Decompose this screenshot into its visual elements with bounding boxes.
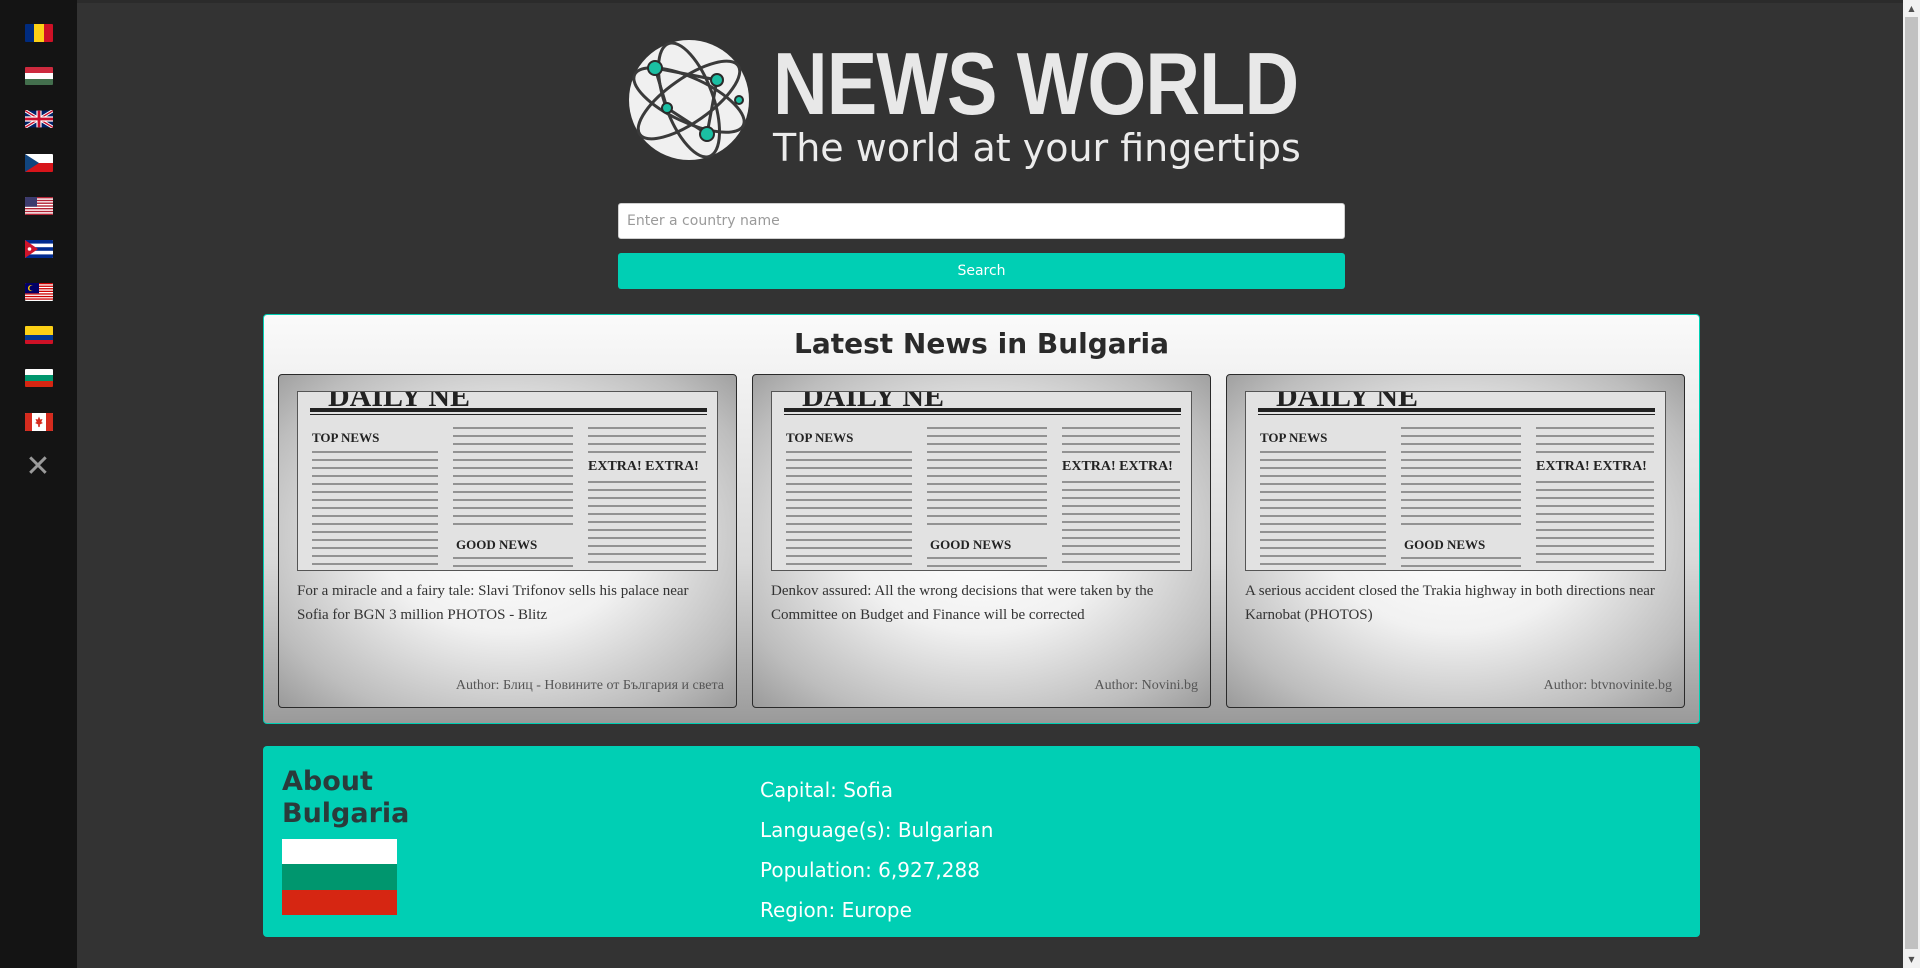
- news-panel: Latest News in Bulgaria DAILY NE TOP NEW…: [263, 314, 1700, 724]
- img-extra: EXTRA! EXTRA!: [1062, 459, 1173, 474]
- img-top-news: TOP NEWS: [786, 430, 853, 445]
- czech-flag-icon[interactable]: [25, 154, 53, 172]
- img-good-news: GOOD NEWS: [1404, 537, 1485, 552]
- top-border: [0, 0, 1903, 3]
- img-top-news: TOP NEWS: [1260, 430, 1327, 445]
- newspaper-image: DAILY NE TOP NEWS EXTRA! EXTRA! GOOD NEW…: [771, 391, 1192, 571]
- bulgaria-flag-image: [282, 839, 397, 915]
- search-button[interactable]: Search: [618, 253, 1345, 289]
- country-sidebar: ✕: [0, 0, 77, 968]
- bulgaria-flag-icon[interactable]: [25, 369, 53, 387]
- cuba-flag-icon[interactable]: [25, 240, 53, 258]
- newspaper-image: DAILY NE TOP NEWS EXTRA! EXTRA! GOOD NEW…: [1245, 391, 1666, 571]
- scrollbar-thumb[interactable]: [1905, 17, 1918, 949]
- news-author: Author: Novini.bg: [1094, 678, 1198, 693]
- img-good-news: GOOD NEWS: [456, 537, 537, 552]
- languages-fact: Language(s): Bulgarian: [760, 818, 994, 842]
- newspaper-image: DAILY NE TOP NEWS EXTRA! EXTRA! GOOD NEW…: [297, 391, 718, 571]
- news-headline[interactable]: A serious accident closed the Trakia hig…: [1245, 579, 1666, 627]
- close-sidebar-icon[interactable]: ✕: [24, 452, 52, 482]
- country-facts: Capital: Sofia Language(s): Bulgarian Po…: [760, 770, 993, 930]
- malaysia-flag-icon[interactable]: [25, 283, 53, 301]
- romania-flag-icon[interactable]: [25, 24, 53, 42]
- brand-tagline: The world at your fingertips: [773, 126, 1301, 170]
- scroll-down-icon[interactable]: ▼: [1903, 951, 1920, 968]
- scroll-up-icon[interactable]: ▲: [1903, 0, 1920, 17]
- img-extra: EXTRA! EXTRA!: [588, 459, 699, 474]
- news-card[interactable]: DAILY NE TOP NEWS EXTRA! EXTRA! GOOD NEW…: [752, 374, 1211, 708]
- news-headline[interactable]: Denkov assured: All the wrong decisions …: [771, 579, 1192, 627]
- img-extra: EXTRA! EXTRA!: [1536, 459, 1647, 474]
- population-fact: Population: 6,927,288: [760, 858, 980, 882]
- img-good-news: GOOD NEWS: [930, 537, 1011, 552]
- page-scrollbar[interactable]: ▲ ▼: [1903, 0, 1920, 968]
- about-heading: About Bulgaria: [282, 766, 410, 829]
- news-card[interactable]: DAILY NE TOP NEWS EXTRA! EXTRA! GOOD NEW…: [1226, 374, 1685, 708]
- brand-title: NEWS WORLD: [773, 34, 1299, 133]
- news-heading: Latest News in Bulgaria: [793, 327, 1169, 360]
- about-country-panel: About Bulgaria Capital: Sofia Language(s…: [263, 746, 1700, 937]
- country-search-input[interactable]: [618, 203, 1345, 239]
- news-author: Author: btvnovinite.bg: [1543, 678, 1672, 693]
- capital-fact: Capital: Sofia: [760, 778, 894, 802]
- hungary-flag-icon[interactable]: [25, 67, 53, 85]
- site-logo: NEWS WORLD The world at your fingertips: [627, 34, 1337, 170]
- img-top-news: TOP NEWS: [312, 430, 379, 445]
- news-headline[interactable]: For a miracle and a fairy tale: Slavi Tr…: [297, 579, 718, 627]
- colombia-flag-icon[interactable]: [25, 326, 53, 344]
- usa-flag-icon[interactable]: [25, 197, 53, 215]
- uk-flag-icon[interactable]: [25, 110, 53, 128]
- globe-icon: [629, 40, 749, 160]
- news-author: Author: Блиц - Новините от България и св…: [455, 678, 724, 693]
- news-card[interactable]: DAILY NE TOP NEWS EXTRA! EXTRA! GOOD NEW…: [278, 374, 737, 708]
- region-fact: Region: Europe: [760, 898, 912, 922]
- canada-flag-icon[interactable]: [25, 413, 53, 431]
